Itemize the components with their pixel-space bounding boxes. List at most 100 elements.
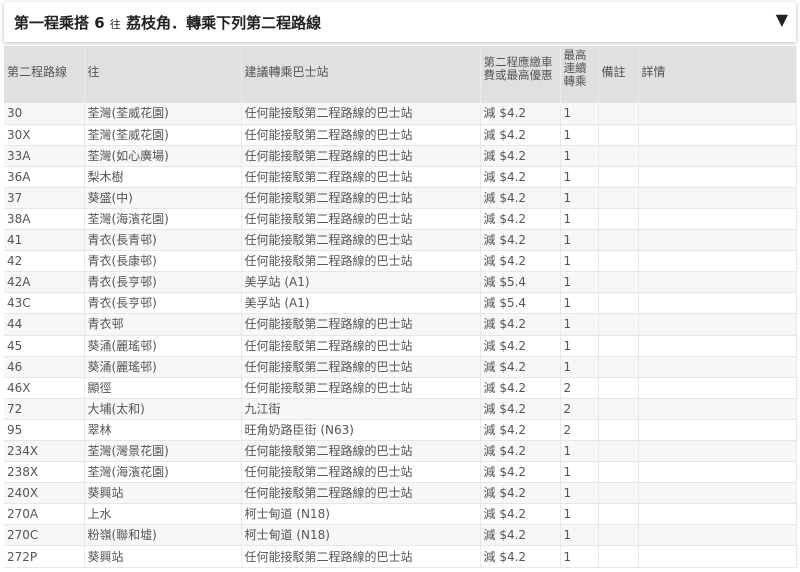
col-header-destination: 往 xyxy=(84,46,242,103)
max-transfers-cell: 2 xyxy=(560,398,599,420)
destination-cell: 葵盛(中) xyxy=(84,187,242,209)
fare-cell: 減 $5.4 xyxy=(480,292,561,315)
table-row[interactable]: 38A 荃灣(海濱花園) 任何能接駁第二程路線的巴士站減 $4.2 1 xyxy=(4,208,797,231)
table-row[interactable]: 36A 梨木樹 任何能接駁第二程路線的巴士站減 $4.2 1 xyxy=(4,166,797,188)
fare-cell: 減 $4.2 xyxy=(480,145,561,167)
col-header-details: 詳情 xyxy=(638,46,797,103)
remarks-cell xyxy=(598,292,639,315)
table-row[interactable]: 240X 葵興站 任何能接駁第二程路線的巴士站減 $4.2 1 xyxy=(4,482,797,505)
remarks-cell xyxy=(598,166,639,188)
route-cell: 33A xyxy=(4,145,85,167)
title-part-2: 荔枝角．轉乘下列第二程路線 xyxy=(120,13,322,32)
destination-cell: 青衣(長康邨) xyxy=(84,250,242,273)
panel-title: 第一程乘搭 6 往 荔枝角．轉乘下列第二程路線 xyxy=(14,12,321,33)
panel-header[interactable]: 第一程乘搭 6 往 荔枝角．轉乘下列第二程路線 ▼ xyxy=(4,2,796,42)
max-transfers-cell: 1 xyxy=(560,524,599,547)
fare-cell: 減 $4.2 xyxy=(480,335,561,357)
fare-cell: 減 $4.2 xyxy=(480,482,561,505)
remarks-cell xyxy=(598,271,639,294)
route-cell: 41 xyxy=(4,229,85,252)
table-row[interactable]: 33A 荃灣(如心廣場) 任何能接駁第二程路線的巴士站減 $4.2 1 xyxy=(4,145,797,167)
table-row[interactable]: 37 葵盛(中) 任何能接駁第二程路線的巴士站減 $4.2 1 xyxy=(4,187,797,209)
destination-cell: 大埔(太和) xyxy=(84,398,242,420)
interchange-stop-cell: 旺角奶路臣街 (N63) xyxy=(241,419,481,442)
route-cell: 30X xyxy=(4,124,85,146)
table-row[interactable]: 43C 青衣(長亨邨) 美孚站 (A1) 減 $5.4 1 xyxy=(4,292,797,315)
fare-cell: 減 $4.2 xyxy=(480,545,561,568)
table-row[interactable]: 270C 粉嶺(聯和墟) 柯士甸道 (N18) 減 $4.2 1 xyxy=(4,524,797,547)
destination-cell: 荃灣(海濱花園) xyxy=(84,208,242,231)
details-cell xyxy=(638,356,797,378)
max-transfers-cell: 1 xyxy=(560,229,599,252)
max-transfers-cell: 1 xyxy=(560,250,599,273)
route-cell: 270A xyxy=(4,503,85,526)
col-header-max-transfers: 最高連續轉乘 xyxy=(560,46,599,103)
details-cell xyxy=(638,545,797,568)
table-row[interactable]: 234X 荃灣(灣景花園) 任何能接駁第二程路線的巴士站減 $4.2 1 xyxy=(4,440,797,463)
interchange-stop-cell: 美孚站 (A1) xyxy=(241,292,481,315)
route-cell: 238X xyxy=(4,461,85,484)
destination-cell: 葵興站 xyxy=(84,545,242,568)
route-cell: 42A xyxy=(4,271,85,294)
table-row[interactable]: 46X 顯徑 任何能接駁第二程路線的巴士站減 $4.2 2 xyxy=(4,377,797,399)
max-transfers-cell: 1 xyxy=(560,271,599,294)
destination-cell: 顯徑 xyxy=(84,377,242,399)
table-row[interactable]: 72 大埔(太和) 九江街減 $4.2 2 xyxy=(4,398,797,420)
fare-cell: 減 $4.2 xyxy=(480,524,561,547)
table-row[interactable]: 46 葵涌(麗瑤邨) 任何能接駁第二程路線的巴士站減 $4.2 1 xyxy=(4,356,797,378)
interchange-stop-cell: 任何能接駁第二程路線的巴士站 xyxy=(241,545,481,568)
remarks-cell xyxy=(598,187,639,209)
table-row[interactable]: 30 荃灣(荃威花園) 任何能接駁第二程路線的巴士站減 $4.2 1 xyxy=(4,103,797,125)
max-transfers-cell: 1 xyxy=(560,545,599,568)
details-cell xyxy=(638,335,797,357)
destination-cell: 荃灣(海濱花園) xyxy=(84,461,242,484)
transfer-table: 第二程路線 往 建議轉乘巴士站 第二程應繳車費或最高優惠 最高連續轉乘 備註 詳… xyxy=(4,46,797,568)
fare-cell: 減 $4.2 xyxy=(480,187,561,209)
fare-cell: 減 $4.2 xyxy=(480,440,561,463)
destination-cell: 青衣(長青邨) xyxy=(84,229,242,252)
interchange-stop-cell: 柯士甸道 (N18) xyxy=(241,524,481,547)
route-cell: 37 xyxy=(4,187,85,209)
interchange-stop-cell: 任何能接駁第二程路線的巴士站 xyxy=(241,313,481,336)
destination-cell: 青衣邨 xyxy=(84,313,242,336)
remarks-cell xyxy=(598,335,639,357)
table-row[interactable]: 42 青衣(長康邨) 任何能接駁第二程路線的巴士站減 $4.2 1 xyxy=(4,250,797,273)
interchange-stop-cell: 任何能接駁第二程路線的巴士站 xyxy=(241,124,481,146)
interchange-stop-cell: 任何能接駁第二程路線的巴士站 xyxy=(241,250,481,273)
destination-cell: 荃灣(如心廣場) xyxy=(84,145,242,167)
table-row[interactable]: 272P 葵興站 任何能接駁第二程路線的巴士站減 $4.2 1 xyxy=(4,545,797,568)
interchange-stop-cell: 任何能接駁第二程路線的巴士站 xyxy=(241,187,481,209)
details-cell xyxy=(638,398,797,420)
table-row[interactable]: 41 青衣(長青邨) 任何能接駁第二程路線的巴士站減 $4.2 1 xyxy=(4,229,797,252)
title-direction-word: 往 xyxy=(109,17,121,31)
table-row[interactable]: 45 葵涌(麗瑤邨) 任何能接駁第二程路線的巴士站減 $4.2 1 xyxy=(4,335,797,357)
interchange-stop-cell: 柯士甸道 (N18) xyxy=(241,503,481,526)
table-row[interactable]: 238X 荃灣(海濱花園) 任何能接駁第二程路線的巴士站減 $4.2 1 xyxy=(4,461,797,484)
table-row[interactable]: 30X 荃灣(荃威花園) 任何能接駁第二程路線的巴士站減 $4.2 1 xyxy=(4,124,797,146)
max-transfers-cell: 1 xyxy=(560,103,599,125)
table-row[interactable]: 42A 青衣(長亨邨) 美孚站 (A1) 減 $5.4 1 xyxy=(4,271,797,294)
table-row[interactable]: 95 翠林 旺角奶路臣街 (N63) 減 $4.2 2 xyxy=(4,419,797,442)
interchange-stop-cell: 九江街 xyxy=(241,398,481,420)
interchange-stop-cell: 任何能接駁第二程路線的巴士站 xyxy=(241,377,481,399)
remarks-cell xyxy=(598,124,639,146)
fare-cell: 減 $4.2 xyxy=(480,461,561,484)
details-cell xyxy=(638,145,797,167)
details-cell xyxy=(638,187,797,209)
fare-cell: 減 $4.2 xyxy=(480,229,561,252)
interchange-stop-cell: 美孚站 (A1) xyxy=(241,271,481,294)
table-row[interactable]: 270A 上水 柯士甸道 (N18) 減 $4.2 1 xyxy=(4,503,797,526)
route-cell: 44 xyxy=(4,313,85,336)
max-transfers-cell: 1 xyxy=(560,313,599,336)
collapse-toggle-icon[interactable]: ▼ xyxy=(776,10,788,29)
details-cell xyxy=(638,524,797,547)
remarks-cell xyxy=(598,440,639,463)
table-row[interactable]: 44 青衣邨 任何能接駁第二程路線的巴士站減 $4.2 1 xyxy=(4,313,797,336)
destination-cell: 梨木樹 xyxy=(84,166,242,188)
route-cell: 43C xyxy=(4,292,85,315)
destination-cell: 青衣(長亨邨) xyxy=(84,271,242,294)
interchange-stop-cell: 任何能接駁第二程路線的巴士站 xyxy=(241,440,481,463)
route-cell: 30 xyxy=(4,103,85,125)
remarks-cell xyxy=(598,524,639,547)
table-body: 30 荃灣(荃威花園) 任何能接駁第二程路線的巴士站減 $4.2 1 30X 荃灣(荃威花… xyxy=(4,103,797,568)
